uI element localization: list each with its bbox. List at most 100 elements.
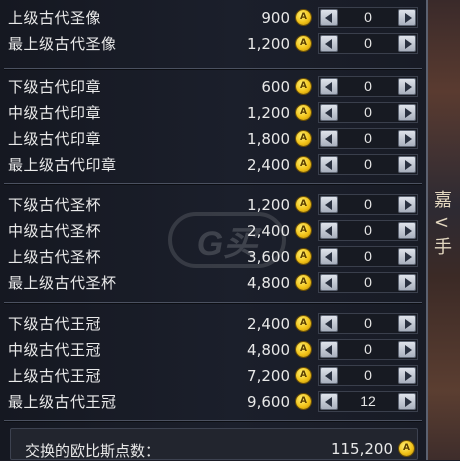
item-row: 最上级古代印章 2,400 A 0 [0, 152, 420, 178]
background-text: 嘉 [434, 190, 452, 211]
increase-arrow-icon[interactable] [398, 104, 416, 121]
decrease-arrow-icon[interactable] [320, 341, 338, 358]
decrease-arrow-icon[interactable] [320, 130, 338, 147]
item-price: 4,800 [247, 341, 290, 359]
quantity-value[interactable]: 0 [339, 8, 397, 27]
item-name: 上级古代圣像 [8, 9, 102, 27]
decrease-arrow-icon[interactable] [320, 248, 338, 265]
quantity-stepper[interactable]: 0 [318, 365, 418, 386]
quantity-stepper[interactable]: 0 [318, 154, 418, 175]
quantity-value[interactable]: 0 [339, 221, 397, 240]
item-price: 9,600 [247, 393, 290, 411]
quantity-value[interactable]: 0 [339, 195, 397, 214]
item-name: 中级古代王冠 [8, 341, 102, 359]
decrease-arrow-icon[interactable] [320, 9, 338, 26]
item-name: 最上级古代印章 [8, 156, 117, 174]
quantity-value[interactable]: 0 [339, 340, 397, 359]
quantity-value[interactable]: 12 [339, 392, 397, 411]
increase-arrow-icon[interactable] [398, 315, 416, 332]
coin-icon: A [296, 157, 311, 172]
item-price: 4,800 [247, 274, 290, 292]
increase-arrow-icon[interactable] [398, 35, 416, 52]
increase-arrow-icon[interactable] [398, 274, 416, 291]
quantity-stepper[interactable]: 0 [318, 272, 418, 293]
coin-icon: A [296, 131, 311, 146]
item-name: 上级古代王冠 [8, 367, 102, 385]
decrease-arrow-icon[interactable] [320, 156, 338, 173]
quantity-value[interactable]: 0 [339, 314, 397, 333]
item-price: 600 [261, 78, 290, 96]
coin-icon: A [296, 36, 311, 51]
decrease-arrow-icon[interactable] [320, 274, 338, 291]
item-name: 上级古代圣杯 [8, 248, 102, 266]
quantity-stepper[interactable]: 12 [318, 391, 418, 412]
quantity-value[interactable]: 0 [339, 366, 397, 385]
increase-arrow-icon[interactable] [398, 78, 416, 95]
quantity-value[interactable]: 0 [339, 103, 397, 122]
item-name: 下级古代圣杯 [8, 196, 102, 214]
quantity-value[interactable]: 0 [339, 77, 397, 96]
item-price: 2,400 [247, 315, 290, 333]
decrease-arrow-icon[interactable] [320, 78, 338, 95]
coin-icon: A [296, 223, 311, 238]
item-price: 7,200 [247, 367, 290, 385]
item-price: 1,200 [247, 35, 290, 53]
quantity-stepper[interactable]: 0 [318, 7, 418, 28]
increase-arrow-icon[interactable] [398, 341, 416, 358]
item-price: 2,400 [247, 156, 290, 174]
quantity-value[interactable]: 0 [339, 34, 397, 53]
item-row: 下级古代王冠 2,400 A 0 [0, 311, 420, 337]
item-row: 最上级古代圣杯 4,800 A 0 [0, 270, 420, 296]
decrease-arrow-icon[interactable] [320, 196, 338, 213]
quantity-stepper[interactable]: 0 [318, 194, 418, 215]
item-name: 最上级古代圣杯 [8, 274, 117, 292]
quantity-stepper[interactable]: 0 [318, 220, 418, 241]
increase-arrow-icon[interactable] [398, 9, 416, 26]
quantity-value[interactable]: 0 [339, 273, 397, 292]
decrease-arrow-icon[interactable] [320, 393, 338, 410]
increase-arrow-icon[interactable] [398, 130, 416, 147]
increase-arrow-icon[interactable] [398, 156, 416, 173]
coin-icon: A [296, 197, 311, 212]
total-points-value: 115,200 [330, 440, 393, 458]
group-divider [4, 68, 422, 69]
decrease-arrow-icon[interactable] [320, 315, 338, 332]
decrease-arrow-icon[interactable] [320, 104, 338, 121]
decrease-arrow-icon[interactable] [320, 367, 338, 384]
watermark-logo: G买 [168, 212, 286, 268]
quantity-value[interactable]: 0 [339, 247, 397, 266]
increase-arrow-icon[interactable] [398, 196, 416, 213]
coin-icon: A [296, 105, 311, 120]
quantity-value[interactable]: 0 [339, 129, 397, 148]
coin-icon: A [399, 441, 414, 456]
quantity-stepper[interactable]: 0 [318, 33, 418, 54]
decrease-arrow-icon[interactable] [320, 222, 338, 239]
item-name: 上级古代印章 [8, 130, 102, 148]
item-name: 最上级古代圣像 [8, 35, 117, 53]
item-row: 上级古代印章 1,800 A 0 [0, 126, 420, 152]
increase-arrow-icon[interactable] [398, 222, 416, 239]
coin-icon: A [296, 79, 311, 94]
item-row: 最上级古代王冠 9,600 A 12 [0, 389, 420, 415]
coin-icon: A [296, 368, 311, 383]
decrease-arrow-icon[interactable] [320, 35, 338, 52]
coin-icon: A [296, 249, 311, 264]
increase-arrow-icon[interactable] [398, 248, 416, 265]
quantity-stepper[interactable]: 0 [318, 339, 418, 360]
quantity-value[interactable]: 0 [339, 155, 397, 174]
increase-arrow-icon[interactable] [398, 393, 416, 410]
item-row: 下级古代印章 600 A 0 [0, 74, 420, 100]
item-price: 1,800 [247, 130, 290, 148]
quantity-stepper[interactable]: 0 [318, 313, 418, 334]
quantity-stepper[interactable]: 0 [318, 76, 418, 97]
quantity-stepper[interactable]: 0 [318, 102, 418, 123]
increase-arrow-icon[interactable] [398, 367, 416, 384]
quantity-stepper[interactable]: 0 [318, 246, 418, 267]
item-row: 最上级古代圣像 1,200 A 0 [0, 31, 420, 57]
item-row: 中级古代印章 1,200 A 0 [0, 100, 420, 126]
item-name: 下级古代王冠 [8, 315, 102, 333]
item-name: 最上级古代王冠 [8, 393, 117, 411]
coin-icon: A [296, 10, 311, 25]
game-scene-background: 嘉 <手 [428, 0, 460, 460]
quantity-stepper[interactable]: 0 [318, 128, 418, 149]
